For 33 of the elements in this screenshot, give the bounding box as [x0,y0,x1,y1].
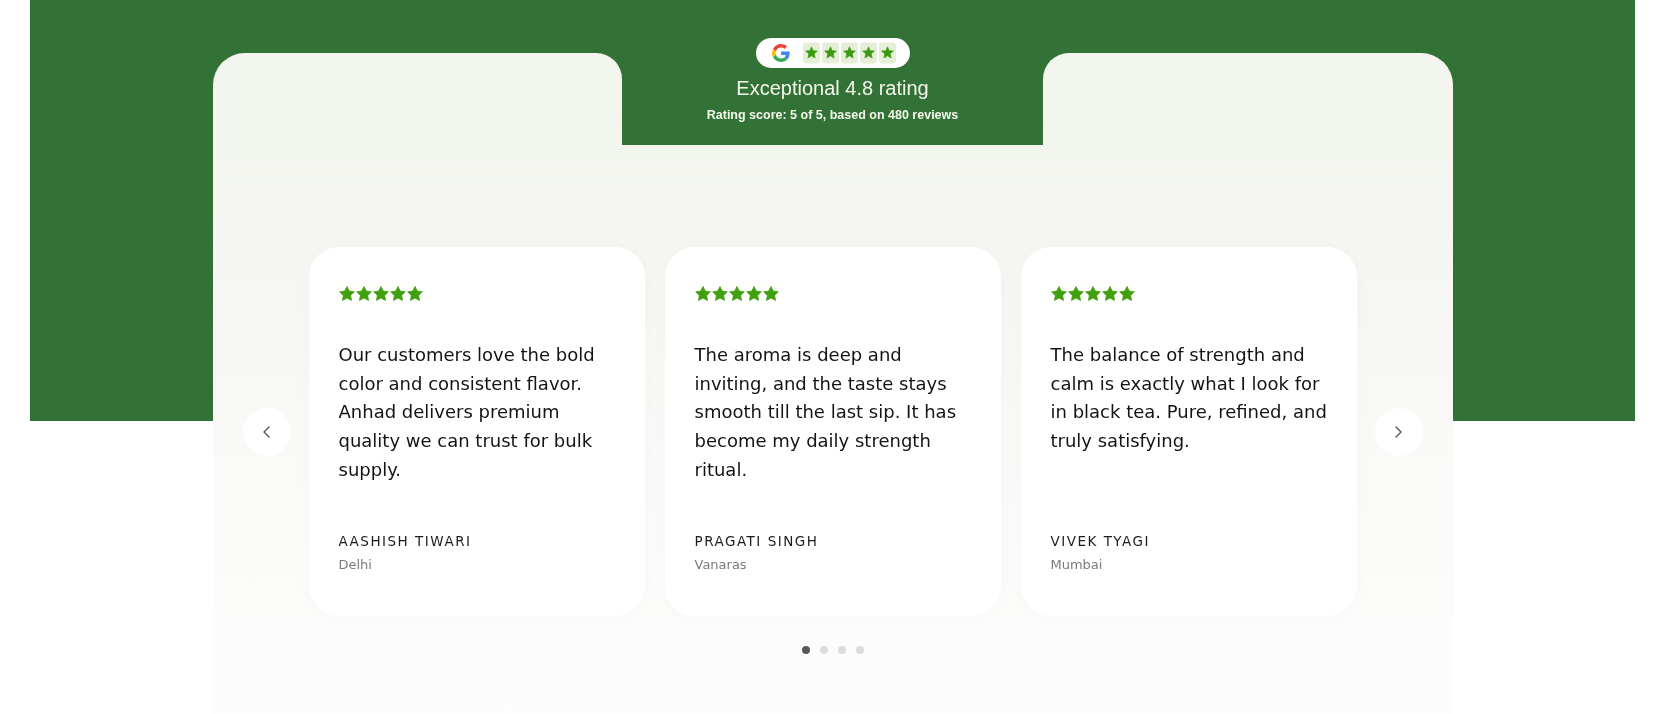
pagination-dot[interactable] [819,646,828,654]
star-icon [762,286,779,301]
star-icon [1101,286,1118,301]
reviewer-location: Mumbai [1050,556,1104,574]
reviewer-location: Vanaras [694,556,748,574]
pagination-dot[interactable] [801,646,810,654]
rating-title: Exceptional 4.8 rating [736,76,929,101]
reviewer-name: AASHISH TIWARI [338,532,473,550]
review-text: Our customers love the bold color and consistent flavor. Anhad delivers premium quality we can trust for bulk supply. [338,343,596,482]
star-icon [1067,286,1084,301]
chevron-left-icon [263,425,270,438]
reviewer-name: VIVEK TYAGI [1050,532,1151,550]
review-text: The aroma is deep and inviting, and the taste stays smooth till the last sip. It has become my daily strength ritual. [694,343,957,482]
star-icon [355,286,372,301]
pagination-dot[interactable] [855,646,864,654]
rating-summary: Rating score: 5 of 5, based on 480 reviews [706,107,959,123]
star-icon [745,286,762,301]
star-icon [372,286,389,301]
chevron-right-icon [1395,425,1402,438]
star-icon [338,286,355,301]
g-logo-icon [771,44,790,62]
star-icon [1084,286,1101,301]
reviewer-location: Delhi [338,556,373,574]
reviewer-name: PRAGATI SINGH [694,532,820,550]
star-icon [389,286,406,301]
pagination-dot[interactable] [837,646,846,654]
star-icon [406,286,423,301]
star-icon [711,286,728,301]
star-icon [1050,286,1067,301]
star-icon [694,286,711,301]
review-text: The balance of strength and calm is exactly what I look for in black tea. Pure, refined, and truly satisfying. [1050,343,1328,454]
star-icon [1118,286,1135,301]
star-icon [728,286,745,301]
